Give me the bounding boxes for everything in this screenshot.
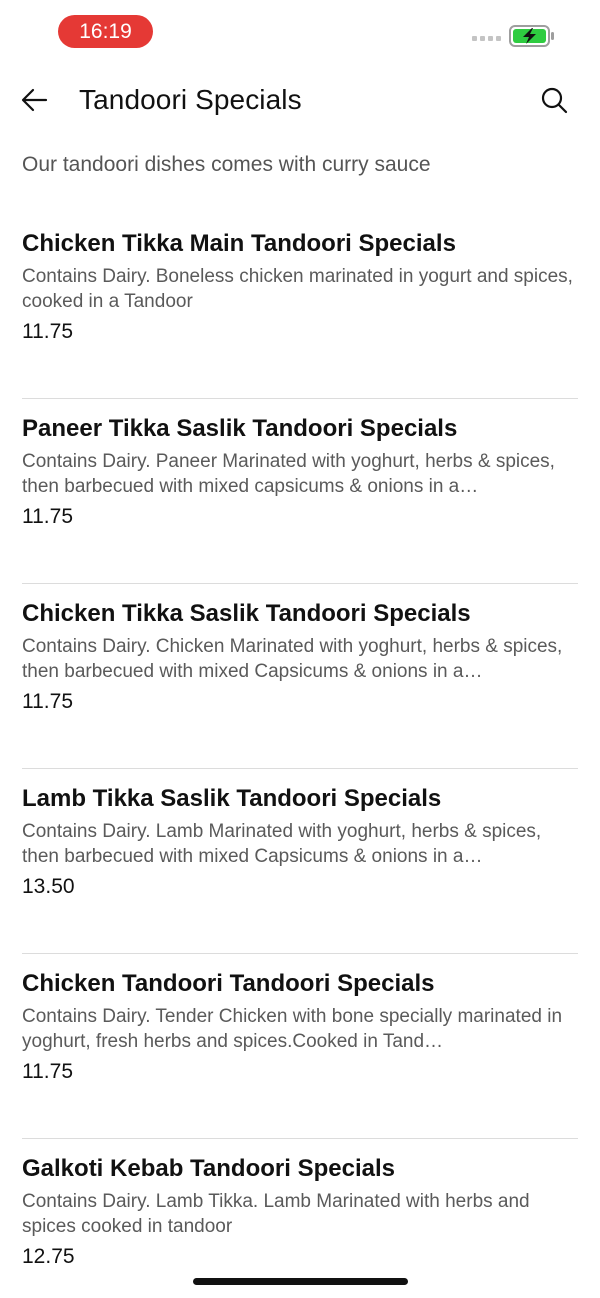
item-name: Chicken Tandoori Tandoori Specials — [22, 970, 435, 997]
item-price: 11.75 — [22, 1060, 73, 1083]
item-description: Contains Dairy. Tender Chicken with bone… — [22, 1006, 563, 1052]
menu-item[interactable]: Chicken Tikka Main Tandoori Specials Con… — [22, 214, 578, 399]
menu-item[interactable]: Chicken Tikka Saslik Tandoori Specials C… — [22, 584, 578, 769]
search-button[interactable] — [536, 82, 572, 118]
menu-item[interactable]: Chicken Tandoori Tandoori Specials Conta… — [22, 954, 578, 1139]
item-description: Contains Dairy. Chicken Marinated with y… — [22, 636, 563, 682]
arrow-left-icon — [21, 88, 48, 112]
item-price: 12.75 — [22, 1245, 75, 1268]
menu-item[interactable]: Paneer Tikka Saslik Tandoori Specials Co… — [22, 399, 578, 584]
battery-charging-icon — [509, 25, 554, 47]
item-description: Contains Dairy. Lamb Tikka. Lamb Marinat… — [22, 1191, 530, 1237]
signal-icon — [472, 36, 501, 41]
item-name: Chicken Tikka Main Tandoori Specials — [22, 230, 456, 257]
item-price: 11.75 — [22, 690, 73, 713]
item-name: Lamb Tikka Saslik Tandoori Specials — [22, 785, 442, 812]
header: Tandoori Specials — [0, 70, 600, 130]
menu-list: Chicken Tikka Main Tandoori Specials Con… — [22, 214, 578, 1298]
item-name: Chicken Tikka Saslik Tandoori Specials — [22, 600, 471, 627]
home-indicator[interactable] — [193, 1278, 408, 1285]
item-price: 11.75 — [22, 505, 73, 528]
menu-item[interactable]: Galkoti Kebab Tandoori Specials Contains… — [22, 1139, 578, 1298]
search-icon — [541, 87, 568, 114]
item-price: 11.75 — [22, 320, 73, 343]
item-name: Galkoti Kebab Tandoori Specials — [22, 1155, 395, 1182]
item-name: Paneer Tikka Saslik Tandoori Specials — [22, 415, 458, 442]
back-button[interactable] — [18, 82, 54, 118]
menu-item[interactable]: Lamb Tikka Saslik Tandoori Specials Cont… — [22, 769, 578, 954]
item-description: Contains Dairy. Boneless chicken marinat… — [22, 266, 573, 312]
item-description: Contains Dairy. Paneer Marinated with yo… — [22, 451, 555, 497]
status-bar: 16:19 — [0, 0, 600, 62]
category-description: Our tandoori dishes comes with curry sau… — [22, 153, 431, 176]
item-price: 13.50 — [22, 875, 75, 898]
page-title: Tandoori Specials — [79, 84, 302, 115]
screen: 16:19 Tandoori Specials Our tandoori dis… — [0, 0, 600, 1298]
item-description: Contains Dairy. Lamb Marinated with yogh… — [22, 821, 542, 867]
status-time: 16:19 — [58, 15, 153, 48]
